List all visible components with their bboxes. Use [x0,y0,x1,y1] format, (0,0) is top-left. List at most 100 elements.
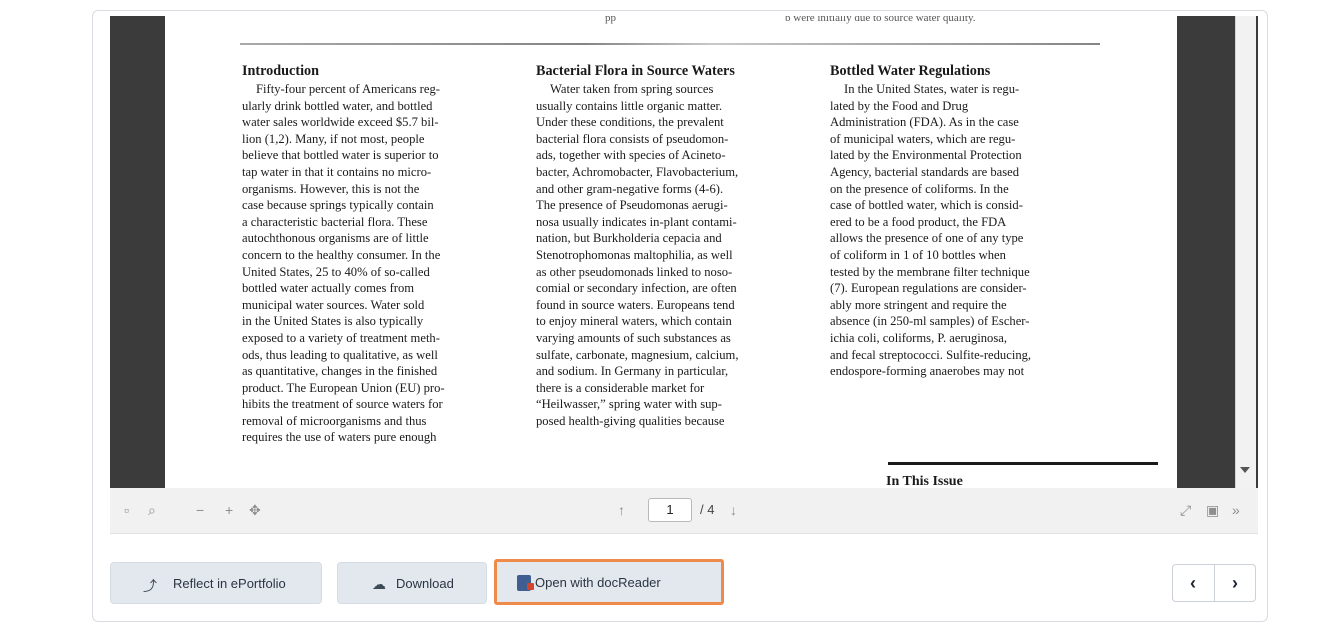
top-text-fragment-right: b were initially due to source water qua… [785,16,976,24]
zoom-out-icon[interactable]: − [196,502,204,518]
text-line: case of bottled water, which is consid- [830,198,1023,213]
text-line: and sodium. In Germany in particular, [536,364,729,379]
open-with-docreader-button[interactable]: Open with docReader [494,559,724,605]
scroll-down-arrow-icon[interactable] [1240,467,1250,473]
pdf-toolbar: ▫ ⌕ − + ✥ ↑ 1 / 4 ↓ ⤢ ▣ » [110,488,1258,534]
text-line: ichia coli, coliforms, P. aeruginosa, [830,330,1007,345]
page-total: / 4 [700,502,715,517]
text-line: The presence of Pseudomonas aerugi- [536,198,728,213]
text-line: hibits the treatment of source waters fo… [242,397,443,412]
text-line: Under these conditions, the prevalent [536,115,724,130]
next-page-icon[interactable]: ↓ [730,502,737,518]
text-line: Stenotrophomonas maltophilia, as well [536,247,733,262]
text-line: in the United States is also typically [242,314,424,329]
top-text-fragment-left: pp [605,16,616,24]
text-line: usually contains little organic matter. [536,98,723,113]
text-line: allows the presence of one of any type [830,231,1024,246]
column-heading: Bacterial Flora in Source Waters [536,63,735,79]
text-line: concern to the healthy consumer. In the [242,247,441,262]
previous-document-button[interactable]: ‹ [1173,573,1213,593]
text-line: endospore-forming anaerobes may not [830,364,1025,379]
text-line: case because springs typically contain [242,198,434,213]
text-line: organisms. However, this is not the [242,181,420,196]
column-introduction: Introduction Fifty-four percent of Ameri… [242,63,514,446]
pdf-page: pp b were initially due to source water … [165,16,1177,488]
next-document-button[interactable]: › [1215,573,1255,593]
text-line: product. The European Union (EU) pro- [242,380,445,395]
save-icon[interactable]: ▣ [1206,502,1219,518]
text-line: comial or secondary infection, are often [536,281,737,296]
text-line: requires the use of waters pure enough [242,430,437,445]
text-line: on the presence of coliforms. In the [830,181,1009,196]
fit-page-icon[interactable]: ✥ [249,502,261,518]
text-line: ably more stringent and require the [830,297,1007,312]
page-number-input[interactable]: 1 [648,498,692,522]
text-line: a characteristic bacterial flora. These [242,214,428,229]
text-line: there is a considerable market for [536,380,705,395]
text-line: (7). European regulations are consider- [830,281,1027,296]
previous-page-icon[interactable]: ↑ [618,502,625,518]
text-line: “Heilwasser,” spring water with sup- [536,397,722,412]
text-line: Fifty-four percent of Americans reg- [256,82,440,96]
text-line: of coliform in 1 of 10 bottles when [830,247,1006,262]
more-tools-icon[interactable]: » [1232,502,1240,518]
text-line: In the United States, water is regu- [844,82,1020,96]
text-line: ered to be a food product, the FDA [830,214,1007,229]
text-line: and fecal streptococci. Sulfite-reducing… [830,347,1032,362]
in-this-issue-rule [888,462,1158,465]
sidebar-toggle-icon[interactable]: ▫ [124,502,129,518]
fullscreen-icon[interactable]: ⤢ [1180,502,1191,518]
text-line: water sales worldwide exceed $5.7 bil- [242,115,439,130]
search-icon[interactable]: ⌕ [148,502,156,518]
text-line: United States, 25 to 40% of so-called [242,264,430,279]
text-line: as other pseudomonads linked to noso- [536,264,733,279]
text-line: municipal water sources. Water sold [242,297,425,312]
column-heading: Bottled Water Regulations [830,63,991,79]
text-line: bottled water actually comes from [242,281,415,296]
text-line: Administration (FDA). As in the case [830,115,1019,130]
reflect-label: Reflect in ePortfolio [173,575,286,591]
text-line: lated by the Food and Drug [830,98,969,113]
text-line: to enjoy mineral waters, which contain [536,314,732,329]
text-line: of municipal waters, which are regu- [830,131,1016,146]
column-bacterial-flora: Bacterial Flora in Source Waters Water t… [536,63,808,429]
eportfolio-icon: ⤴ [143,578,157,594]
in-this-issue-heading: In This Issue [886,474,963,488]
column-heading: Introduction [242,63,319,79]
docreader-icon [517,575,534,591]
text-line: ads, together with species of Acineto- [536,148,726,163]
text-line: tested by the membrane filter technique [830,264,1030,279]
zoom-in-icon[interactable]: + [225,502,233,518]
column-regulations: Bottled Water Regulations In the United … [830,63,1102,380]
text-line: absence (in 250-ml samples) of Escher- [830,314,1030,329]
download-button[interactable]: ☁ Download [337,562,487,604]
page-frame: pp b were initially due to source water … [0,0,1323,628]
text-line: nosa usually indicates in-plant contami- [536,214,737,229]
text-line: bacterial flora consists of pseudomon- [536,131,729,146]
text-line: removal of microorganisms and thus [242,413,427,428]
text-line: believe that bottled water is superior t… [242,148,439,163]
text-line: posed health-giving qualities because [536,413,725,428]
text-line: exposed to a variety of treatment meth- [242,330,440,345]
text-line: found in source waters. Europeans tend [536,297,735,312]
text-line: tap water in that it contains no micro- [242,164,432,179]
text-line: Water taken from spring sources [550,82,714,96]
text-line: and other gram-negative forms (4-6). [536,181,724,196]
download-label: Download [396,575,454,591]
reflect-in-eportfolio-button[interactable]: ⤴ Reflect in ePortfolio [110,562,322,604]
text-line: as quantitative, changes in the finished [242,364,438,379]
text-line: lated by the Environmental Protection [830,148,1022,163]
header-rule [240,43,1100,45]
text-line: autochthonous organisms are of little [242,231,429,246]
text-line: sulfate, carbonate, magnesium, calcium, [536,347,739,362]
text-line: lion (1,2). Many, if not most, people [242,131,425,146]
text-line: ularly drink bottled water, and bottled [242,98,433,113]
text-line: varying amounts of such substances as [536,330,731,345]
docreader-label: Open with docReader [535,574,661,590]
viewer-scrollbar[interactable] [1235,16,1256,488]
text-line: ods, thus leading to qualitative, as wel… [242,347,438,362]
text-line: bacter, Achromobacter, Flavobacterium, [536,164,739,179]
pdf-viewer[interactable]: pp b were initially due to source water … [110,16,1258,488]
text-line: Agency, bacterial standards are based [830,164,1020,179]
cloud-download-icon: ☁ [372,576,386,592]
